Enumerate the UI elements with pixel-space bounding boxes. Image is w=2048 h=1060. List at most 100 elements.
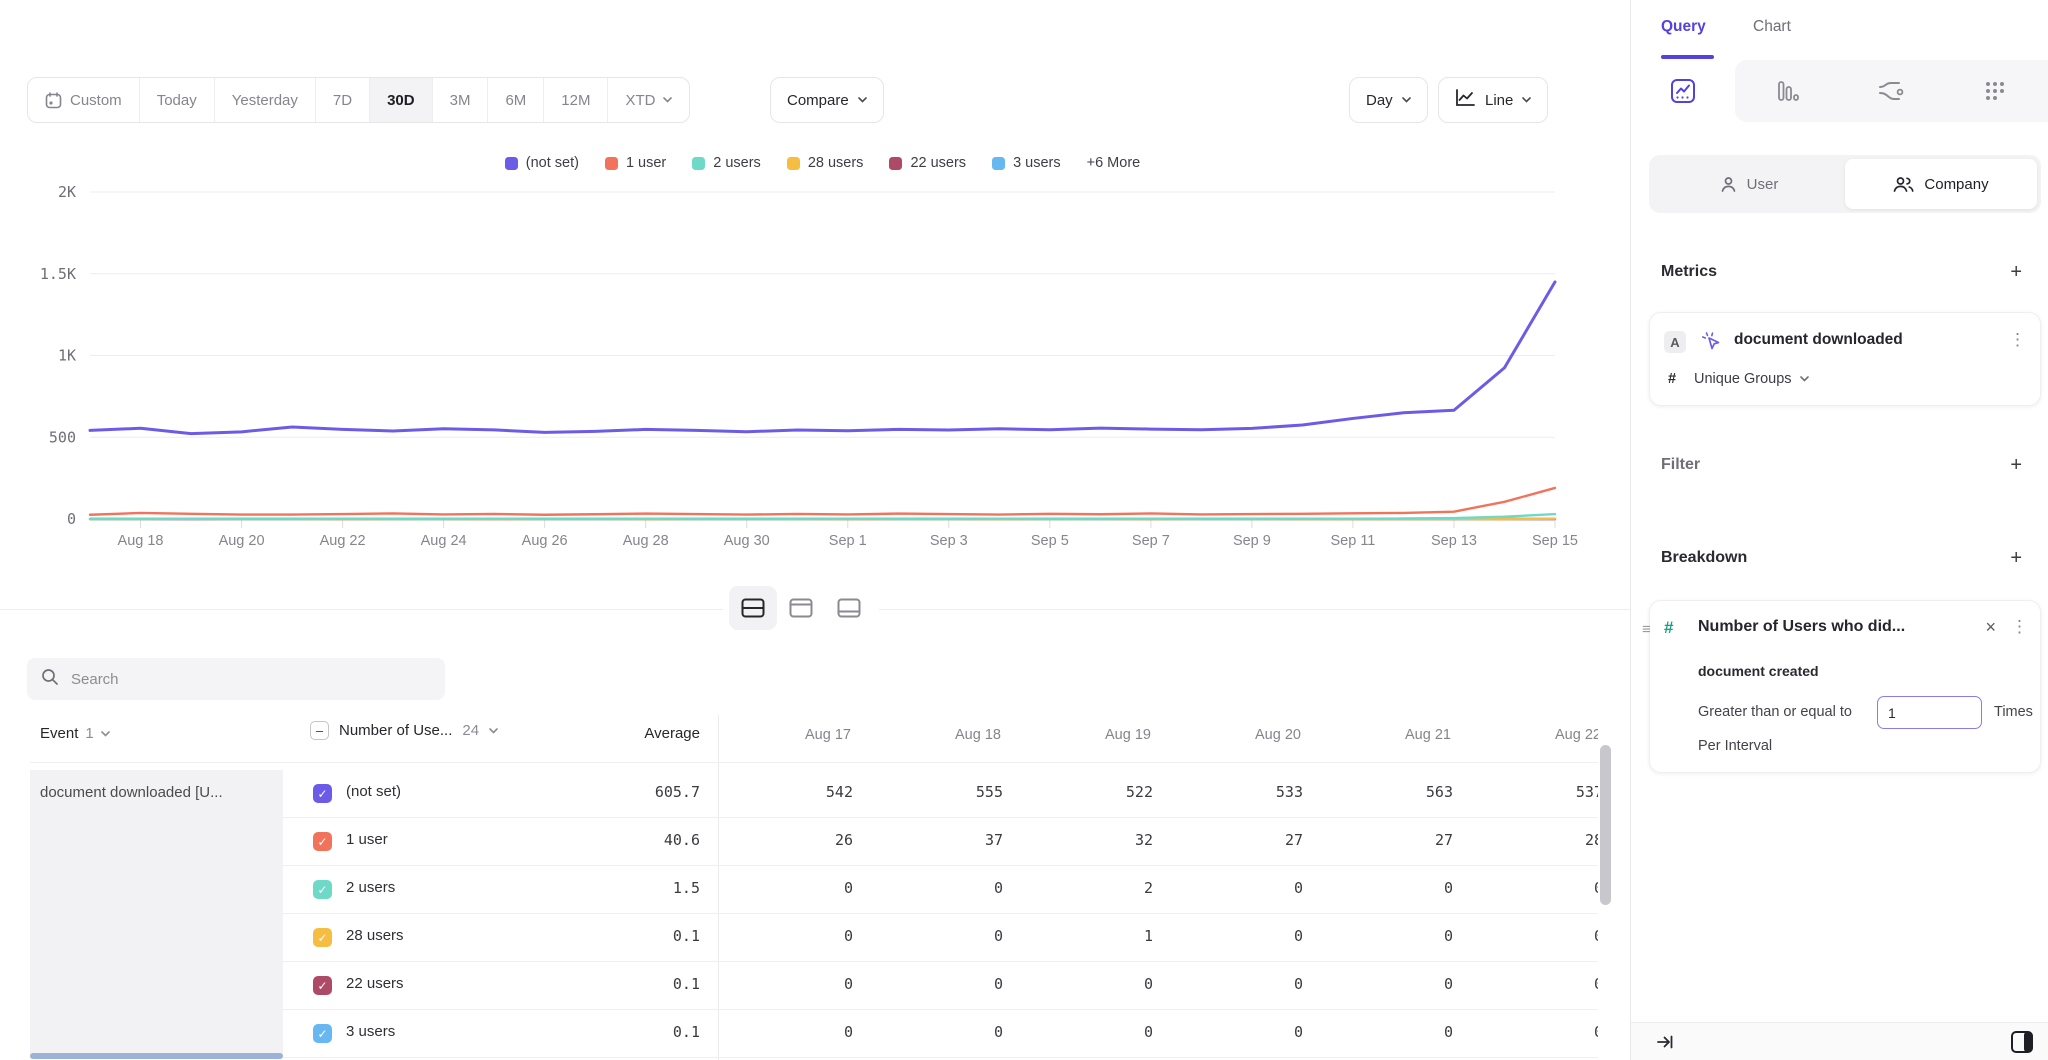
tile-bar-chart[interactable] bbox=[1735, 60, 1839, 122]
collapse-panel-icon[interactable] bbox=[1655, 1032, 1675, 1057]
calendar-icon bbox=[45, 92, 62, 109]
range-today[interactable]: Today bbox=[140, 78, 215, 122]
tile-matrix-chart[interactable] bbox=[1943, 60, 2047, 122]
add-filter-button[interactable]: + bbox=[2010, 455, 2022, 475]
table-row[interactable]: ✓2 users1.5002000 bbox=[0, 866, 1598, 914]
range-custom[interactable]: Custom bbox=[28, 78, 140, 122]
breakdown-kebab-icon[interactable]: ⋮ bbox=[2011, 618, 2028, 635]
tile-flow-chart[interactable] bbox=[1839, 60, 1943, 122]
add-breakdown-button[interactable]: + bbox=[2010, 548, 2022, 568]
row-average: 0.1 bbox=[560, 975, 700, 993]
layout-top-button[interactable] bbox=[777, 586, 825, 630]
date-column-header: Aug 19 bbox=[1053, 727, 1203, 743]
legend-item[interactable]: 3 users bbox=[992, 155, 1061, 171]
row-value: 0 bbox=[1503, 879, 1598, 897]
legend-item[interactable]: (not set) bbox=[505, 155, 579, 171]
table-row[interactable]: ✓ 3 users 0.1 000000 bbox=[0, 1010, 1598, 1058]
x-axis-label: Sep 13 bbox=[1431, 533, 1477, 549]
row-value: 1 bbox=[1053, 927, 1203, 945]
row-value: 27 bbox=[1353, 831, 1503, 849]
legend-item[interactable]: 28 users bbox=[787, 155, 864, 171]
x-axis-label: Sep 3 bbox=[930, 533, 968, 549]
row-checkbox[interactable]: ✓ bbox=[313, 784, 332, 803]
filter-section-header: Filter + bbox=[1661, 455, 2022, 475]
table-row[interactable]: ✓(not set)605.7542555522533563537 bbox=[0, 770, 1598, 818]
table-row[interactable]: ✓1 user40.6263732272728 bbox=[0, 818, 1598, 866]
row-checkbox[interactable]: ✓ bbox=[313, 928, 332, 947]
select-all-checkbox[interactable]: – bbox=[310, 721, 329, 740]
scope-user-option[interactable]: User bbox=[1653, 159, 1845, 209]
range-7d[interactable]: 7D bbox=[316, 78, 370, 122]
event-spark-icon bbox=[1700, 330, 1722, 357]
row-value: 2 bbox=[1053, 879, 1203, 897]
range-12m[interactable]: 12M bbox=[544, 78, 608, 122]
vertical-scrollbar-thumb[interactable] bbox=[1600, 745, 1611, 905]
scope-company-option[interactable]: Company bbox=[1845, 159, 2037, 209]
layout-split-button[interactable] bbox=[729, 586, 777, 630]
horizontal-scrollbar-thumb[interactable] bbox=[30, 1053, 283, 1059]
row-values: 000000 bbox=[718, 1010, 1598, 1058]
row-value: 0 bbox=[1203, 927, 1353, 945]
add-metric-button[interactable]: + bbox=[2010, 262, 2022, 282]
compare-button[interactable]: Compare bbox=[770, 77, 884, 123]
range-label: 12M bbox=[561, 92, 590, 109]
breakdown-condition[interactable]: Greater than or equal to bbox=[1698, 704, 1852, 720]
breakdown-value-input[interactable] bbox=[1877, 696, 1982, 729]
layout-bottom-button[interactable] bbox=[825, 586, 873, 630]
row-checkbox[interactable]: ✓ bbox=[313, 976, 332, 995]
series-line-1-user[interactable] bbox=[90, 488, 1555, 515]
table-row[interactable]: ✓28 users0.1001000 bbox=[0, 914, 1598, 962]
breakdown-per-interval[interactable]: Per Interval bbox=[1698, 738, 1772, 754]
metric-card[interactable]: A document downloaded ⋮ # Unique Groups bbox=[1649, 312, 2041, 406]
tab-chart[interactable]: Chart bbox=[1753, 18, 1791, 36]
search-input[interactable] bbox=[71, 671, 431, 688]
range-3m[interactable]: 3M bbox=[433, 78, 489, 122]
line-chart[interactable]: 05001K1.5K2KAug 18Aug 20Aug 22Aug 24Aug … bbox=[0, 185, 1600, 555]
legend-more[interactable]: +6 More bbox=[1087, 155, 1141, 171]
chevron-down-icon bbox=[858, 97, 867, 103]
range-30d[interactable]: 30D bbox=[370, 78, 433, 122]
metric-kebab-icon[interactable]: ⋮ bbox=[2009, 331, 2026, 348]
chart-type-button[interactable]: Line bbox=[1438, 77, 1548, 123]
panel-layout-icon[interactable] bbox=[2009, 1029, 2035, 1060]
breakdown-unit: Times bbox=[1994, 704, 2033, 720]
row-value: 28 bbox=[1503, 831, 1598, 849]
table-row[interactable]: ✓22 users0.1000000 bbox=[0, 962, 1598, 1010]
row-label: (not set) bbox=[346, 783, 401, 800]
event-column-header[interactable]: Event 1 bbox=[40, 725, 110, 742]
tab-query[interactable]: Query bbox=[1661, 18, 1706, 36]
x-axis-label: Aug 28 bbox=[623, 533, 669, 549]
tile-line-chart[interactable] bbox=[1631, 60, 1735, 122]
remove-breakdown-icon[interactable]: × bbox=[1985, 618, 1996, 636]
row-checkbox[interactable]: ✓ bbox=[313, 880, 332, 899]
number-property-icon: # bbox=[1664, 618, 1673, 638]
row-checkbox[interactable]: ✓ bbox=[313, 1024, 332, 1043]
active-tab-underline bbox=[1661, 55, 1714, 59]
metrics-title: Metrics bbox=[1661, 263, 1717, 281]
row-label: 3 users bbox=[346, 1023, 395, 1040]
row-value: 0 bbox=[1353, 1023, 1503, 1041]
range-6m[interactable]: 6M bbox=[488, 78, 544, 122]
breakdown-event[interactable]: document created bbox=[1698, 663, 1819, 679]
metric-event-name[interactable]: document downloaded bbox=[1734, 331, 1903, 349]
event-header-label: Event bbox=[40, 725, 78, 742]
measure-selector[interactable]: Unique Groups bbox=[1694, 371, 1809, 387]
row-label: 1 user bbox=[346, 831, 388, 848]
legend-item[interactable]: 2 users bbox=[692, 155, 761, 171]
series-line--not-set-[interactable] bbox=[90, 282, 1555, 434]
breakdown-card[interactable]: ≡ # Number of Users who did... × ⋮ docum… bbox=[1649, 600, 2041, 773]
legend-item[interactable]: 22 users bbox=[889, 155, 966, 171]
breakdown-name[interactable]: Number of Users who did... bbox=[1698, 618, 1905, 636]
legend-label: 1 user bbox=[626, 155, 666, 171]
interval-button[interactable]: Day bbox=[1349, 77, 1428, 123]
row-checkbox[interactable]: ✓ bbox=[313, 832, 332, 851]
filter-title: Filter bbox=[1661, 456, 1700, 474]
drag-handle-icon[interactable]: ≡ bbox=[1642, 621, 1651, 638]
range-yesterday[interactable]: Yesterday bbox=[215, 78, 316, 122]
legend-item[interactable]: 1 user bbox=[605, 155, 666, 171]
range-xtd[interactable]: XTD bbox=[608, 78, 689, 122]
row-average: 0.1 bbox=[560, 1023, 700, 1041]
group-column-header[interactable]: – Number of Use... 24 bbox=[310, 721, 498, 740]
breakdown-title: Breakdown bbox=[1661, 549, 1747, 567]
x-axis-label: Sep 5 bbox=[1031, 533, 1069, 549]
